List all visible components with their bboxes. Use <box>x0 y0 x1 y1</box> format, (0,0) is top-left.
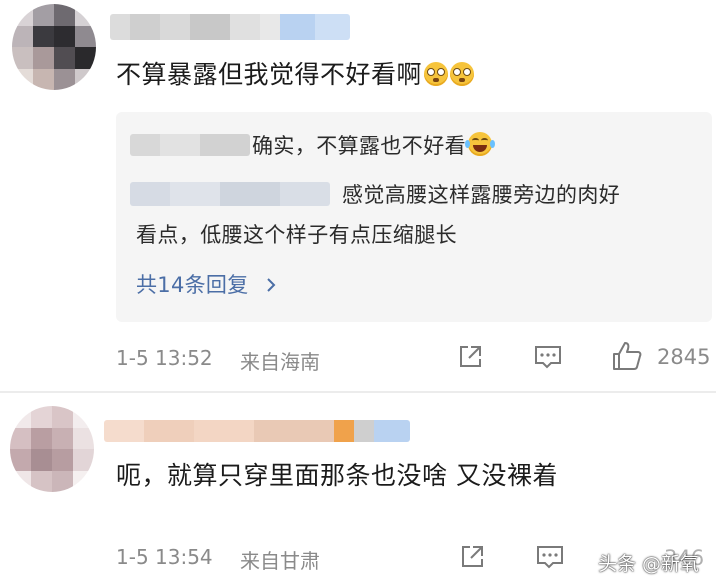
share-icon[interactable] <box>456 343 484 371</box>
avatar[interactable] <box>10 406 94 492</box>
chevron-right-icon <box>266 278 275 292</box>
reply-text-line-2: 看点，低腰这个样子有点压缩腿长 <box>136 223 457 247</box>
username-blurred[interactable] <box>104 420 410 442</box>
username-blurred[interactable] <box>110 14 350 40</box>
more-replies-link[interactable]: 共14条回复 <box>136 269 278 299</box>
reply-username-blurred[interactable] <box>130 182 330 206</box>
reply-text-content: 确实，不算露也不好看 <box>252 134 466 158</box>
reply-text: 确实，不算露也不好看 <box>252 132 495 160</box>
watermark: 头条 @新氧 <box>598 553 700 575</box>
comment-timestamp: 1-5 13:52 <box>116 346 213 370</box>
like-icon[interactable] <box>611 340 643 372</box>
flushed-face-icon <box>450 62 475 86</box>
avatar[interactable] <box>12 4 96 90</box>
laughing-face-icon <box>465 132 495 156</box>
comment-text: 不算暴露但我觉得不好看啊 <box>116 60 475 90</box>
flushed-face-icon <box>424 62 449 86</box>
comment-location: 来自海南 <box>240 350 320 374</box>
comment-timestamp: 1-5 13:54 <box>116 545 213 569</box>
share-icon[interactable] <box>458 543 486 571</box>
comment-icon[interactable] <box>533 343 563 371</box>
divider <box>0 391 716 393</box>
reply-username-blurred[interactable] <box>130 134 250 156</box>
reply-text-line-1: 感觉高腰这样露腰旁边的肉好 <box>342 183 621 207</box>
more-replies-label: 共14条回复 <box>136 273 249 297</box>
comment-icon[interactable] <box>535 543 565 571</box>
comment-location: 来自甘肃 <box>240 549 320 573</box>
comment-text-content: 不算暴露但我觉得不好看啊 <box>116 60 423 89</box>
comment-text: 呃，就算只穿里面那条也没啥 又没裸着 <box>116 461 558 490</box>
replies-box: 确实，不算露也不好看 感觉高腰这样露腰旁边的肉好 看点，低腰这个样子有点压缩腿长… <box>116 112 712 322</box>
like-count: 2845 <box>657 345 711 369</box>
